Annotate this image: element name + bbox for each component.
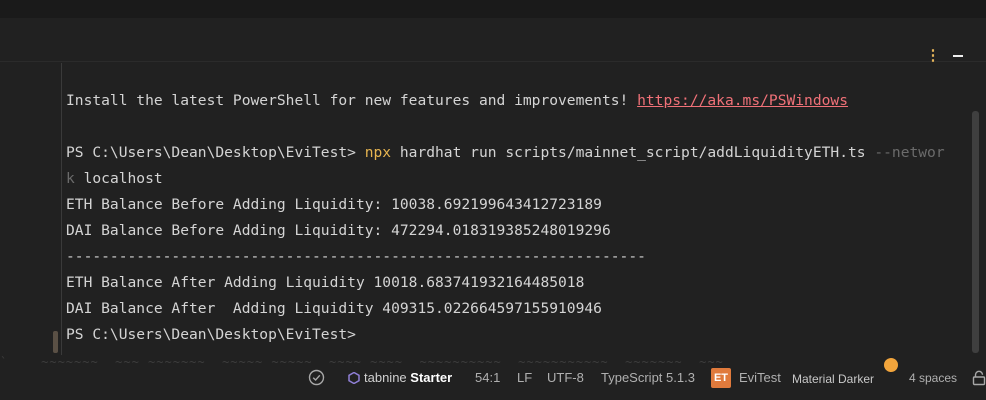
terminal-scrollbar[interactable] <box>972 111 979 353</box>
terminal-panel-header: ⋮ <box>0 18 986 64</box>
command-line: PS C:\Users\Dean\Desktop\EviTest> npx ha… <box>66 143 945 163</box>
tabnine-brand: tabnine <box>364 370 407 385</box>
indent-setting[interactable]: 4 spaces <box>909 369 957 387</box>
prompt: PS C:\Users\Dean\Desktop\EviTest> <box>66 144 365 161</box>
network-flag-part: --networ <box>874 144 945 161</box>
command-args: hardhat run scripts/mainnet_script/addLi… <box>391 144 875 161</box>
command-line-wrap: k localhost <box>66 169 163 189</box>
gutter-marker <box>53 331 58 353</box>
install-line: Install the latest PowerShell for new fe… <box>66 91 848 111</box>
status-bar: ` ~~~~~~~ ~~~ ~~~~~~~ ~~~~~ ~~~~~ ~~~~ ~… <box>0 355 986 400</box>
install-text: Install the latest PowerShell for new fe… <box>66 92 638 109</box>
project-badge: ET <box>711 368 731 388</box>
check-circle-icon[interactable] <box>308 369 325 386</box>
notification-dot-icon[interactable] <box>884 358 898 372</box>
powershell-link[interactable]: https://aka.ms/PSWindows <box>637 92 848 109</box>
tabnine-icon <box>348 372 360 384</box>
prompt-line[interactable]: PS C:\Users\Dean\Desktop\EviTest> <box>66 325 356 345</box>
obscured-text-peek: ` ~~~~~~~ ~~~ ~~~~~~~ ~~~~~ ~~~~~ ~~~~ ~… <box>0 355 724 367</box>
line-ending[interactable]: LF <box>517 369 532 387</box>
cursor-position[interactable]: 54:1 <box>475 369 500 387</box>
kebab-menu-icon[interactable]: ⋮ <box>925 48 941 64</box>
terminal-gutter <box>61 63 62 355</box>
project-name[interactable]: EviTest <box>739 369 781 387</box>
eth-before-line: ETH Balance Before Adding Liquidity: 100… <box>66 196 602 213</box>
tabnine-tier: Starter <box>410 370 453 385</box>
lock-icon[interactable] <box>972 370 986 386</box>
top-bar <box>0 0 986 18</box>
separator-line: ----------------------------------------… <box>66 248 646 265</box>
npx-command: npx <box>364 144 392 161</box>
network-arg: localhost <box>74 170 163 187</box>
eth-after-line: ETH Balance After Adding Liquidity 10018… <box>66 274 585 291</box>
network-flag-wrap: k <box>66 170 75 187</box>
dai-before-line: DAI Balance Before Adding Liquidity: 472… <box>66 222 611 239</box>
dai-after-line: DAI Balance After Adding Liquidity 40931… <box>66 300 602 317</box>
terminal-output[interactable]: Install the latest PowerShell for new fe… <box>0 63 986 355</box>
file-encoding[interactable]: UTF-8 <box>547 369 584 387</box>
tabnine-status[interactable]: tabnine Starter <box>364 369 452 387</box>
minimize-icon[interactable] <box>950 48 966 64</box>
language-version[interactable]: TypeScript 5.1.3 <box>601 369 695 387</box>
theme-name[interactable]: Material Darker <box>792 369 874 389</box>
